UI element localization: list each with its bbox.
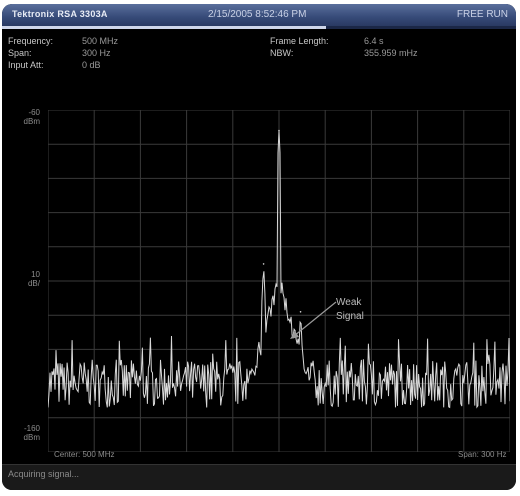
y-axis-scale-unit: dB/ xyxy=(27,279,40,288)
status-text: Acquiring signal... xyxy=(8,469,80,479)
spectrum-plot[interactable] xyxy=(48,110,510,452)
y-axis-scale-value: 10 xyxy=(31,270,40,279)
instrument-model: Tektronix RSA 3303A xyxy=(12,9,108,19)
frame-length-value[interactable]: 6.4 s xyxy=(364,36,384,46)
input-att-label: Input Att: xyxy=(8,60,44,70)
annotation-line-1: Weak xyxy=(336,297,362,308)
y-axis-bottom-unit: dBm xyxy=(23,433,40,442)
timestamp: 2/15/2005 8:52:46 PM xyxy=(208,9,307,20)
input-att-value[interactable]: 0 dB xyxy=(82,60,101,70)
span-value[interactable]: 300 Hz xyxy=(82,48,111,58)
y-axis-top-label: -60 dBm xyxy=(18,108,40,126)
frequency-label: Frequency: xyxy=(8,36,54,46)
peak-marker-2 xyxy=(299,310,302,313)
y-axis-top-unit: dBm xyxy=(23,117,40,126)
acquisition-progress-bar xyxy=(2,26,516,29)
peak-marker-1 xyxy=(262,263,265,265)
center-frequency-label: Center: 500 MHz xyxy=(54,450,115,459)
y-axis-bottom-label: -160 dBm xyxy=(18,424,40,442)
span-label: Span: xyxy=(8,48,32,58)
run-mode-indicator[interactable]: FREE RUN xyxy=(457,9,508,20)
status-bar: Acquiring signal... xyxy=(2,464,516,490)
weak-signal-annotation: Weak Signal xyxy=(336,296,364,324)
spectrum-analyzer-window: Tektronix RSA 3303A 2/15/2005 8:52:46 PM… xyxy=(2,4,516,490)
acquisition-progress-fill xyxy=(2,26,326,29)
y-axis-top-value: -60 xyxy=(28,108,40,117)
annotation-arrow xyxy=(293,301,337,337)
y-axis-scale-label: 10 dB/ xyxy=(18,270,40,288)
span-axis-label: Span: 300 Hz xyxy=(458,450,507,459)
frequency-value[interactable]: 500 MHz xyxy=(82,36,118,46)
title-bar: Tektronix RSA 3303A 2/15/2005 8:52:46 PM… xyxy=(2,4,516,26)
frame-length-label: Frame Length: xyxy=(270,36,329,46)
nbw-value[interactable]: 355.959 mHz xyxy=(364,48,418,58)
annotation-arrowhead xyxy=(290,331,299,339)
y-axis-bottom-value: -160 xyxy=(23,424,40,433)
nbw-label: NBW: xyxy=(270,48,294,58)
peak-marker-0 xyxy=(278,129,280,132)
annotation-line-2: Signal xyxy=(336,311,364,322)
